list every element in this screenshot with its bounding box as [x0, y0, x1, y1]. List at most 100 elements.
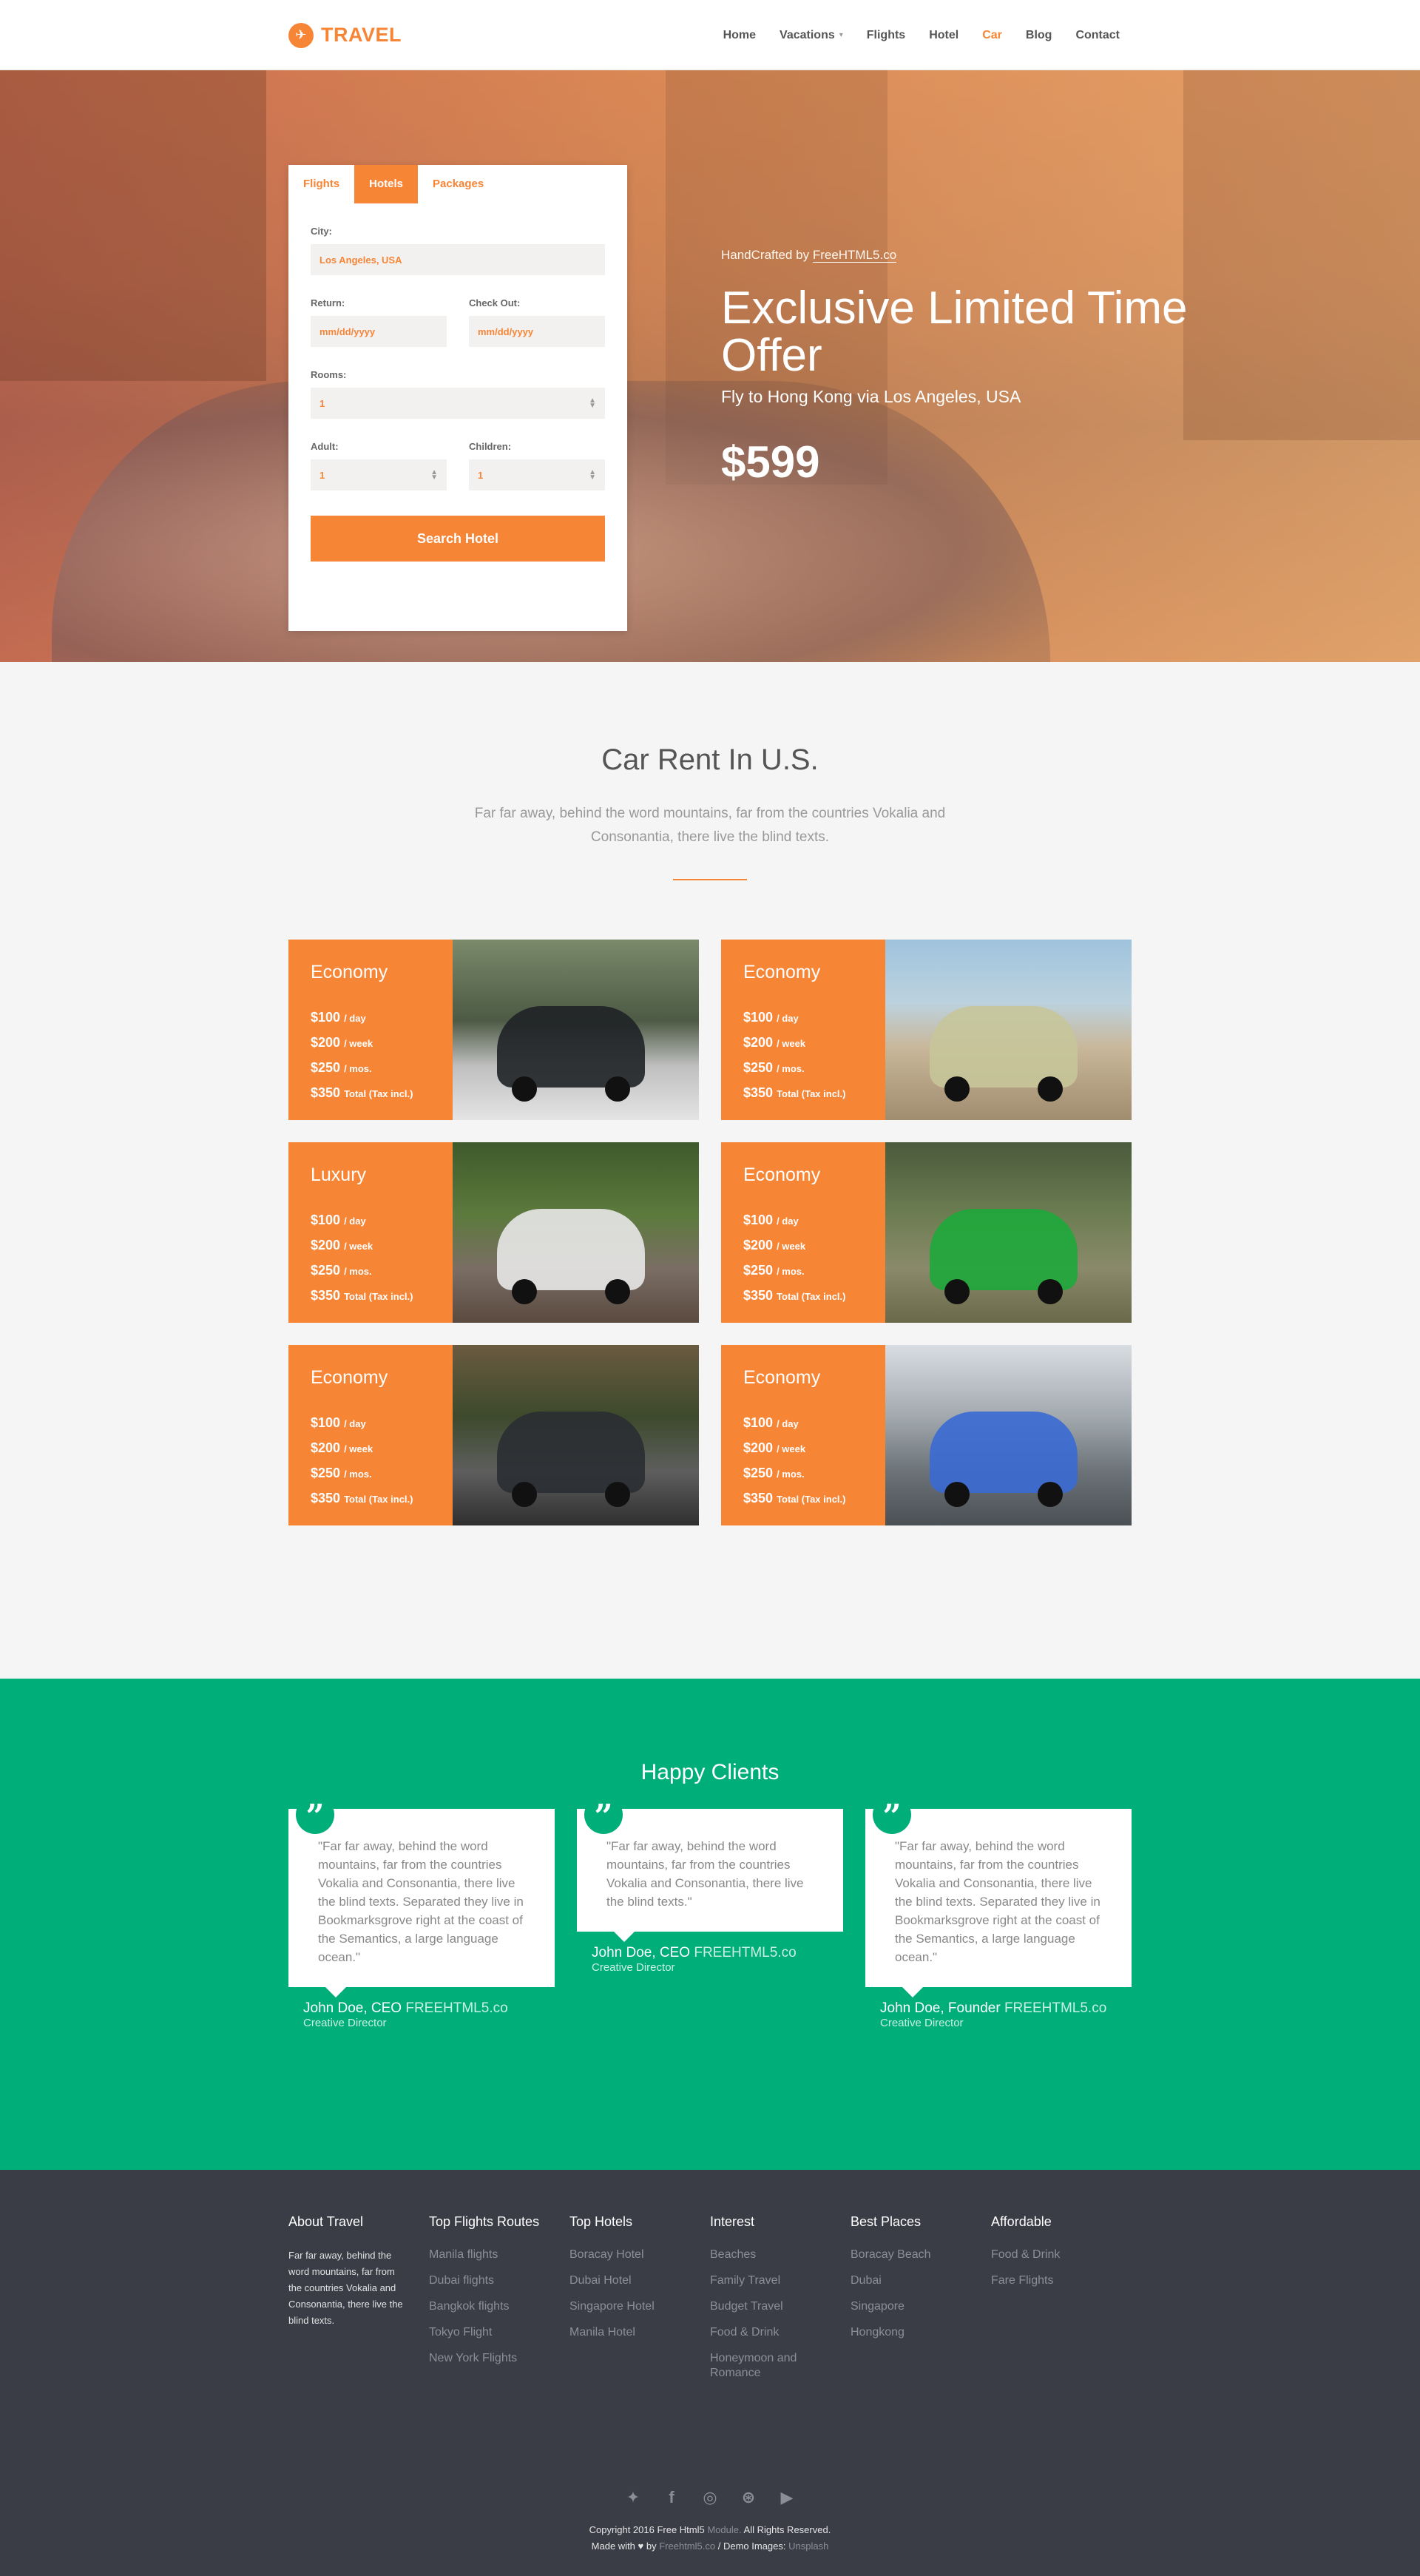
nav-item-contact[interactable]: Contact	[1064, 29, 1132, 42]
search-hotel-button[interactable]: Search Hotel	[311, 516, 605, 562]
car-card[interactable]: Economy $100 / day $200 / week $250 / mos.…	[288, 940, 699, 1120]
car-type: Luxury	[311, 1164, 367, 1185]
footer-link[interactable]: Singapore	[851, 2299, 991, 2314]
footer-link-list: Beaches Family Travel Budget Travel Food & …	[710, 2248, 851, 2381]
author-company[interactable]: FREEHTML5.co	[694, 1945, 796, 1960]
testimonial-quote: "Far far away, behind the word mountains…	[895, 1839, 1100, 1964]
nav-item-vacations[interactable]: Vacations ▾	[768, 29, 855, 42]
brand-logo[interactable]: ✈ TRAVEL	[288, 22, 402, 48]
footer-column: Top Hotels Boracay Hotel Dubai Hotel Singap…	[569, 2214, 710, 2392]
footer-column: Best Places Boracay Beach Dubai Singapore Ho…	[851, 2214, 991, 2392]
footer-link[interactable]: Beaches	[710, 2248, 851, 2262]
city-input[interactable]: Los Angeles, USA	[311, 244, 605, 275]
car-card[interactable]: Economy $100 / day $200 / week $250 / mos.…	[721, 1142, 1132, 1323]
car-card-info: Luxury $100 / day $200 / week $250 / mos. $…	[288, 1142, 453, 1323]
footer-link[interactable]: Boracay Beach	[851, 2248, 991, 2262]
footer-link[interactable]: Bangkok flights	[429, 2299, 569, 2314]
instagram-icon[interactable]: ◎	[700, 2488, 720, 2507]
footer-link[interactable]: New York Flights	[429, 2351, 569, 2366]
car-card[interactable]: Luxury $100 / day $200 / week $250 / mos. $…	[288, 1142, 699, 1323]
footer-link[interactable]: Budget Travel	[710, 2299, 851, 2314]
author-role: Creative Director	[592, 1961, 675, 1974]
facebook-icon[interactable]: f	[662, 2488, 681, 2507]
rooms-select[interactable]: 1 ▲ ▼	[311, 388, 605, 419]
price-line: $200 / week	[743, 1233, 863, 1258]
tab-hotels[interactable]: Hotels	[354, 165, 419, 203]
car-silhouette	[930, 1006, 1078, 1088]
nav-item-flights[interactable]: Flights	[855, 29, 917, 42]
car-card[interactable]: Economy $100 / day $200 / week $250 / mos.…	[721, 940, 1132, 1120]
price-unit: / day	[344, 1013, 366, 1024]
twitter-icon[interactable]: ✦	[623, 2488, 643, 2507]
youtube-icon[interactable]: ▶	[777, 2488, 797, 2507]
unsplash-link[interactable]: Unsplash	[788, 2540, 828, 2552]
wheel	[605, 1482, 630, 1507]
footer-link[interactable]: Singapore Hotel	[569, 2299, 710, 2314]
footer-link[interactable]: Food & Drink	[991, 2248, 1132, 2262]
footer-columns: About Travel Far far away, behind the wo…	[288, 2214, 1132, 2392]
hero-price: $599	[721, 437, 820, 487]
price-unit: / mos.	[777, 1469, 805, 1480]
wheel	[512, 1279, 537, 1304]
footer-link[interactable]: Food & Drink	[710, 2325, 851, 2340]
car-silhouette	[930, 1412, 1078, 1493]
demo-images-text: / Demo Images:	[717, 2540, 786, 2552]
footer-link[interactable]: Fare Flights	[991, 2273, 1132, 2288]
footer-link-list: Boracay Beach Dubai Singapore Hongkong	[851, 2248, 991, 2340]
price-amount: $100	[743, 1010, 774, 1025]
testimonial: ” "Far far away, behind the word mountai…	[865, 1796, 1132, 2029]
car-card[interactable]: Economy $100 / day $200 / week $250 / mos.…	[288, 1345, 699, 1525]
price-unit: Total (Tax incl.)	[344, 1494, 413, 1505]
main-nav: Home Vacations ▾ Flights Hotel Car Blog C…	[711, 29, 1132, 42]
price-amount: $100	[311, 1415, 341, 1430]
children-select[interactable]: 1 ▲ ▼	[469, 459, 605, 490]
footer-link[interactable]: Dubai flights	[429, 2273, 569, 2288]
footer-link[interactable]: Dubai Hotel	[569, 2273, 710, 2288]
price-amount: $350	[743, 1085, 774, 1100]
select-arrows-icon: ▲ ▼	[589, 397, 596, 410]
freehtml5-link[interactable]: FreeHTML5.co	[812, 248, 897, 263]
author-company[interactable]: FREEHTML5.co	[1004, 2000, 1106, 2016]
footer-link[interactable]: Manila flights	[429, 2248, 569, 2262]
testimonial-author: John Doe, CEO FREEHTML5.co	[577, 1945, 843, 1961]
footer-link[interactable]: Family Travel	[710, 2273, 851, 2288]
quote-icon: ”	[296, 1796, 334, 1835]
price-amount: $250	[311, 1060, 341, 1075]
footer-link[interactable]: Dubai	[851, 2273, 991, 2288]
price-unit: Total (Tax incl.)	[777, 1494, 846, 1505]
checkout-date-input[interactable]: mm/dd/yyyy	[469, 316, 605, 347]
author-company[interactable]: FREEHTML5.co	[405, 2000, 507, 2016]
freehtml5-link[interactable]: Freehtml5.co	[659, 2540, 715, 2552]
tab-flights[interactable]: Flights	[288, 165, 354, 203]
price-unit: / day	[777, 1215, 799, 1227]
speech-tail	[902, 1987, 923, 1997]
price-amount: $350	[743, 1491, 774, 1506]
car-silhouette	[930, 1209, 1078, 1290]
nav-item-home[interactable]: Home	[711, 29, 768, 42]
price-line: $250 / mos.	[311, 1056, 430, 1081]
adult-select[interactable]: 1 ▲ ▼	[311, 459, 447, 490]
module-link[interactable]: Module.	[707, 2524, 741, 2535]
footer-link[interactable]: Hongkong	[851, 2325, 991, 2340]
dribbble-icon[interactable]: ⊛	[739, 2488, 758, 2507]
tab-packages[interactable]: Packages	[418, 165, 498, 203]
footer-link[interactable]: Honeymoon and Romance	[710, 2351, 851, 2381]
wheel	[944, 1076, 970, 1102]
nav-item-blog[interactable]: Blog	[1014, 29, 1064, 42]
price-unit: Total (Tax incl.)	[777, 1088, 846, 1099]
testimonial-box: ” "Far far away, behind the word mountai…	[288, 1796, 555, 1997]
select-arrows-icon: ▲ ▼	[430, 468, 438, 482]
heart-icon: ♥	[638, 2540, 644, 2552]
car-card[interactable]: Economy $100 / day $200 / week $250 / mos.…	[721, 1345, 1132, 1525]
footer-link[interactable]: Manila Hotel	[569, 2325, 710, 2340]
nav-item-hotel[interactable]: Hotel	[917, 29, 970, 42]
price-amount: $350	[311, 1288, 341, 1303]
return-date-input[interactable]: mm/dd/yyyy	[311, 316, 447, 347]
price-line: $350 Total (Tax incl.)	[743, 1486, 863, 1511]
car-silhouette	[497, 1006, 645, 1088]
handcrafted-prefix: HandCrafted by	[721, 248, 810, 262]
nav-item-car[interactable]: Car	[970, 29, 1014, 42]
copyright-line: Copyright 2016 Free Html5 Module. All Ri…	[288, 2522, 1132, 2538]
footer-link[interactable]: Tokyo Flight	[429, 2325, 569, 2340]
footer-link[interactable]: Boracay Hotel	[569, 2248, 710, 2262]
